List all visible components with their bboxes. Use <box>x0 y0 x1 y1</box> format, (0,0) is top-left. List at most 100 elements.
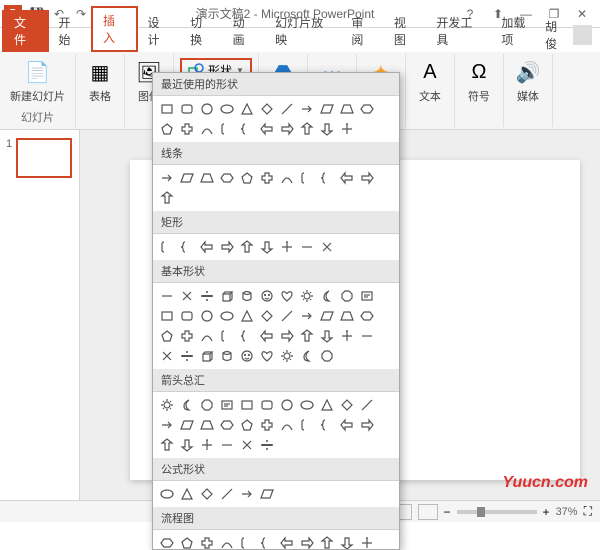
shape-item[interactable] <box>157 168 177 188</box>
shape-item[interactable] <box>177 346 197 366</box>
shape-item[interactable] <box>257 99 277 119</box>
shape-item[interactable] <box>217 395 237 415</box>
shape-item[interactable] <box>157 484 177 504</box>
shape-item[interactable] <box>277 237 297 257</box>
shape-item[interactable] <box>297 395 317 415</box>
shape-item[interactable] <box>197 484 217 504</box>
zoom-out-button[interactable]: − <box>444 505 451 519</box>
shape-item[interactable] <box>317 533 337 550</box>
shape-item[interactable] <box>217 415 237 435</box>
new-slide-button[interactable]: 📄 新建幻灯片 <box>6 56 69 106</box>
shape-item[interactable] <box>237 435 257 455</box>
shape-item[interactable] <box>177 237 197 257</box>
shape-item[interactable] <box>297 168 317 188</box>
shape-item[interactable] <box>157 415 177 435</box>
shape-item[interactable] <box>177 533 197 550</box>
shape-item[interactable] <box>197 326 217 346</box>
shape-item[interactable] <box>257 119 277 139</box>
shape-item[interactable] <box>157 306 177 326</box>
shape-item[interactable] <box>297 326 317 346</box>
shape-item[interactable] <box>317 168 337 188</box>
shape-item[interactable] <box>197 119 217 139</box>
shape-item[interactable] <box>237 415 257 435</box>
shape-item[interactable] <box>197 168 217 188</box>
shape-item[interactable] <box>297 533 317 550</box>
shape-item[interactable] <box>317 326 337 346</box>
shape-item[interactable] <box>277 119 297 139</box>
shape-item[interactable] <box>157 188 177 208</box>
zoom-slider[interactable] <box>457 510 537 514</box>
shape-item[interactable] <box>177 286 197 306</box>
shape-item[interactable] <box>357 168 377 188</box>
symbol-button[interactable]: Ω 符号 <box>461 56 497 106</box>
user-area[interactable]: 胡俊 <box>545 18 600 52</box>
tab-slideshow[interactable]: 幻灯片放映 <box>265 10 341 52</box>
shape-item[interactable] <box>237 306 257 326</box>
shape-item[interactable] <box>157 326 177 346</box>
zoom-slider-thumb[interactable] <box>477 507 485 517</box>
shape-item[interactable] <box>277 306 297 326</box>
shape-item[interactable] <box>317 99 337 119</box>
shape-item[interactable] <box>257 484 277 504</box>
shape-item[interactable] <box>297 286 317 306</box>
shape-item[interactable] <box>197 435 217 455</box>
shape-item[interactable] <box>157 533 177 550</box>
shape-item[interactable] <box>257 306 277 326</box>
shape-item[interactable] <box>217 533 237 550</box>
shape-item[interactable] <box>237 237 257 257</box>
shape-item[interactable] <box>337 306 357 326</box>
shape-item[interactable] <box>237 346 257 366</box>
shape-item[interactable] <box>157 119 177 139</box>
tab-developer[interactable]: 开发工具 <box>426 10 491 52</box>
shape-item[interactable] <box>197 395 217 415</box>
shape-item[interactable] <box>177 435 197 455</box>
shape-item[interactable] <box>237 119 257 139</box>
shape-item[interactable] <box>337 286 357 306</box>
shape-item[interactable] <box>157 286 177 306</box>
shape-item[interactable] <box>197 237 217 257</box>
shape-item[interactable] <box>197 533 217 550</box>
shape-item[interactable] <box>277 415 297 435</box>
shape-item[interactable] <box>237 533 257 550</box>
zoom-in-button[interactable]: + <box>543 505 550 519</box>
shape-item[interactable] <box>357 533 377 550</box>
shape-item[interactable] <box>197 306 217 326</box>
zoom-percent[interactable]: 37% <box>556 506 578 518</box>
shape-item[interactable] <box>257 395 277 415</box>
shape-item[interactable] <box>217 119 237 139</box>
shape-item[interactable] <box>237 286 257 306</box>
shape-item[interactable] <box>357 286 377 306</box>
shape-item[interactable] <box>337 119 357 139</box>
shape-item[interactable] <box>357 326 377 346</box>
shape-item[interactable] <box>277 395 297 415</box>
shape-item[interactable] <box>277 286 297 306</box>
shape-item[interactable] <box>357 415 377 435</box>
tab-review[interactable]: 审阅 <box>341 10 384 52</box>
shape-item[interactable] <box>317 306 337 326</box>
shape-item[interactable] <box>217 306 237 326</box>
shape-item[interactable] <box>297 306 317 326</box>
shape-item[interactable] <box>237 484 257 504</box>
shape-item[interactable] <box>357 99 377 119</box>
shape-item[interactable] <box>337 415 357 435</box>
shape-item[interactable] <box>277 533 297 550</box>
shape-item[interactable] <box>257 326 277 346</box>
shape-item[interactable] <box>317 286 337 306</box>
shape-item[interactable] <box>217 99 237 119</box>
shape-item[interactable] <box>337 533 357 550</box>
shape-item[interactable] <box>217 326 237 346</box>
shape-item[interactable] <box>157 435 177 455</box>
shape-item[interactable] <box>317 395 337 415</box>
shape-item[interactable] <box>337 168 357 188</box>
shape-item[interactable] <box>177 326 197 346</box>
shape-item[interactable] <box>237 326 257 346</box>
shape-item[interactable] <box>217 168 237 188</box>
shape-item[interactable] <box>237 395 257 415</box>
shape-item[interactable] <box>277 168 297 188</box>
shape-item[interactable] <box>297 99 317 119</box>
shape-item[interactable] <box>177 415 197 435</box>
tab-insert[interactable]: 插入 <box>91 6 138 52</box>
shape-item[interactable] <box>177 99 197 119</box>
shape-item[interactable] <box>257 435 277 455</box>
slide-thumb-1[interactable]: 1 <box>6 138 73 178</box>
